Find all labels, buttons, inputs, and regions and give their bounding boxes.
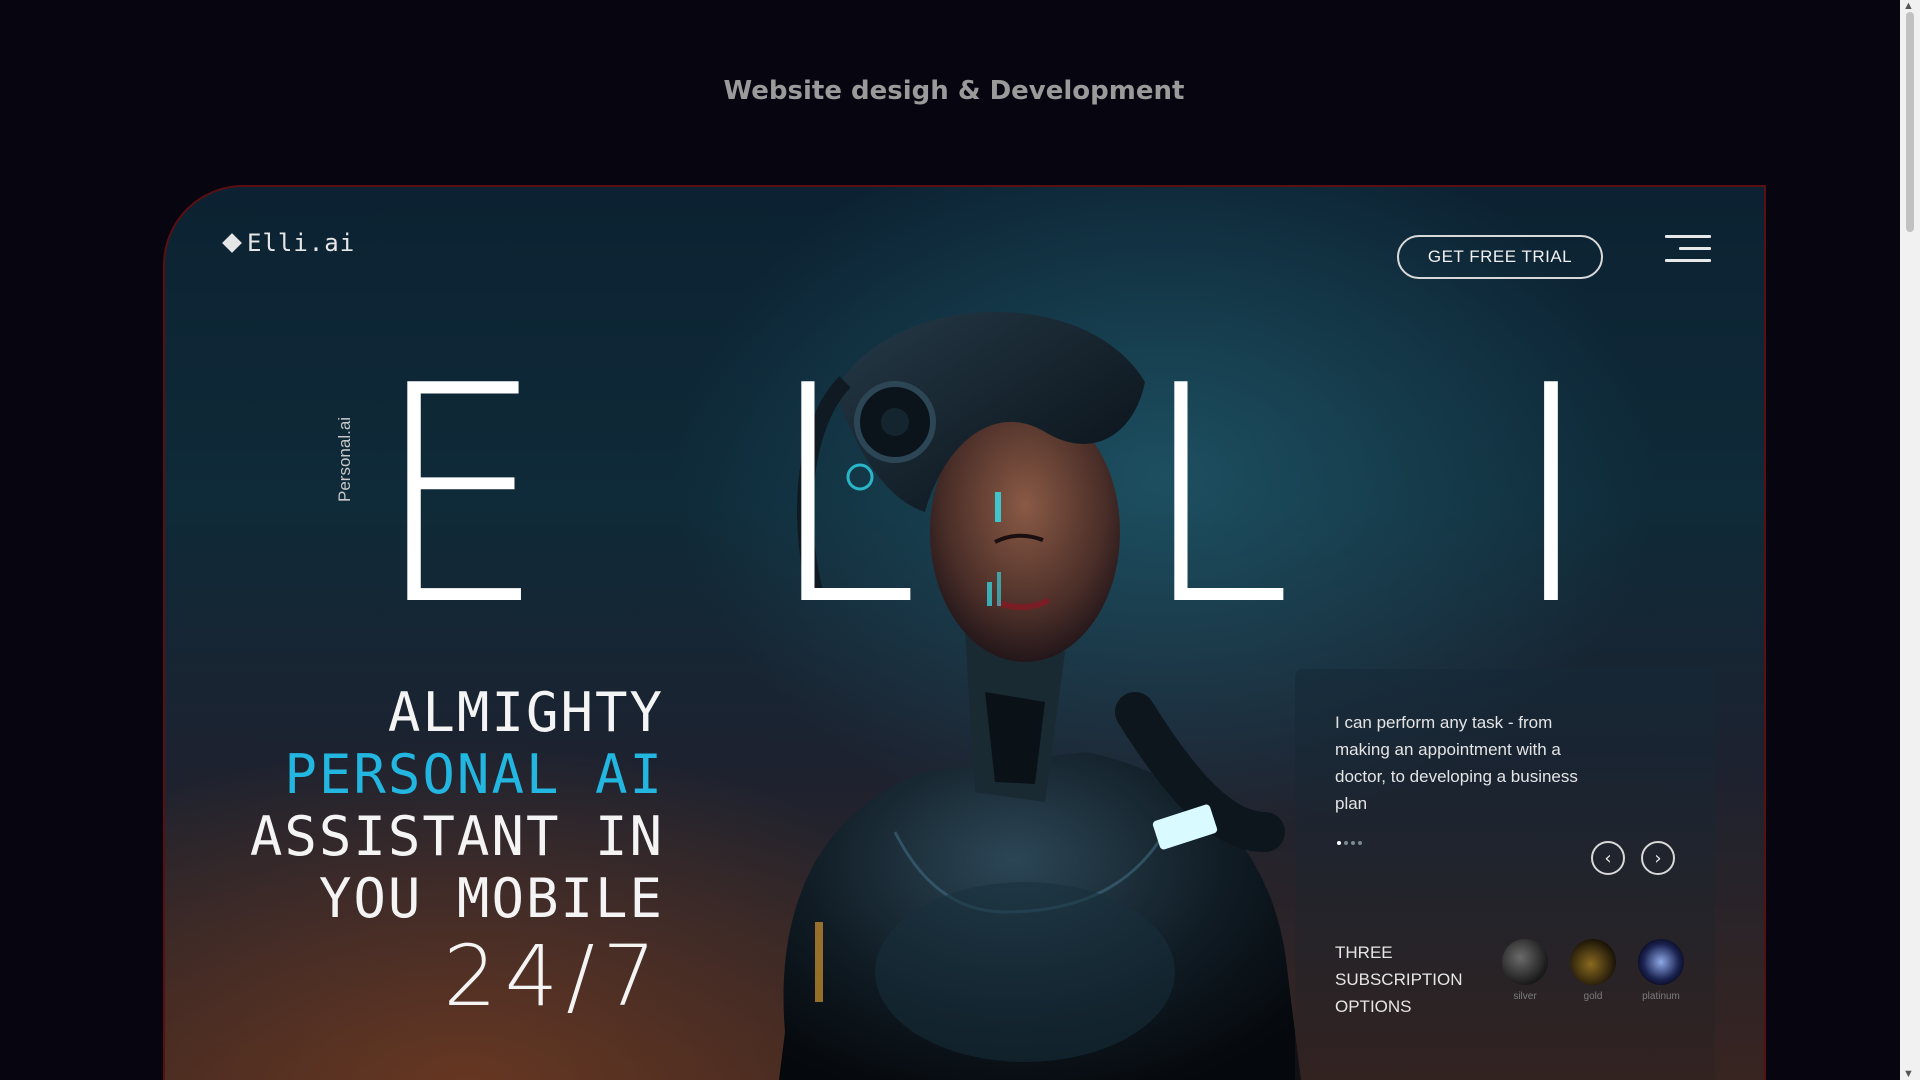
headline-line: ALMIGHTY [387, 681, 664, 744]
big-letter-i: I [1510, 322, 1591, 671]
platinum-orb-icon [1638, 939, 1684, 985]
tier-name: platinum [1642, 991, 1680, 1002]
headline-line: YOU MOBILE [318, 867, 664, 930]
subscription-options-label: THREE SUBSCRIPTION OPTIONS [1335, 939, 1463, 1020]
gold-orb-icon [1570, 939, 1616, 985]
tier-name: gold [1583, 991, 1603, 1002]
info-card-text: I can perform any task - from making an … [1335, 713, 1578, 813]
tier-name: silver [1513, 991, 1537, 1002]
slide-dot[interactable] [1344, 841, 1348, 845]
get-free-trial-button[interactable]: GET FREE TRIAL [1397, 235, 1603, 279]
diamond-logo-icon [222, 233, 242, 253]
tier-platinum-option[interactable]: platinum [1637, 939, 1685, 1002]
hours-label: 24/7 [443, 927, 664, 1025]
slide-indicator[interactable] [1337, 841, 1362, 845]
subs-label-line: SUBSCRIPTION [1335, 970, 1463, 989]
chevron-left-icon[interactable]: ‹ [1591, 841, 1625, 875]
scroll-up-icon[interactable]: ▲ [1903, 0, 1914, 12]
headline-line: ASSISTANT IN [249, 805, 664, 868]
website-mockup: Elli.ai GET FREE TRIAL Personal.ai E L L… [163, 185, 1766, 1080]
slide-dot[interactable] [1337, 841, 1341, 845]
subs-label-line: OPTIONS [1335, 997, 1412, 1016]
slide-dot[interactable] [1358, 841, 1362, 845]
site-logo[interactable]: Elli.ai [222, 229, 356, 257]
chevron-right-icon[interactable]: › [1641, 841, 1675, 875]
tier-silver-option[interactable]: silver [1501, 939, 1549, 1002]
robot-woman-image [779, 311, 1301, 1080]
hero-headline: ALMIGHTY PERSONAL AI ASSISTANT IN YOU MO… [250, 682, 664, 930]
big-letter-e: E [374, 322, 546, 671]
headline-accent-line: PERSONAL AI [284, 743, 664, 806]
page-caption: Website desigh & Development [723, 76, 1185, 106]
vertical-brand-label: Personal.ai [335, 416, 354, 502]
silver-orb-icon [1502, 939, 1548, 985]
tier-gold-option[interactable]: gold [1569, 939, 1617, 1002]
page-scrollbar[interactable]: ▲ ▼ [1900, 0, 1920, 1080]
logo-text: Elli.ai [247, 229, 356, 257]
hamburger-menu-icon[interactable] [1665, 235, 1711, 265]
scrollbar-thumb[interactable] [1906, 12, 1914, 232]
subs-label-line: THREE [1335, 943, 1393, 962]
scroll-down-icon[interactable]: ▼ [1903, 1068, 1914, 1080]
slide-dot[interactable] [1351, 841, 1355, 845]
